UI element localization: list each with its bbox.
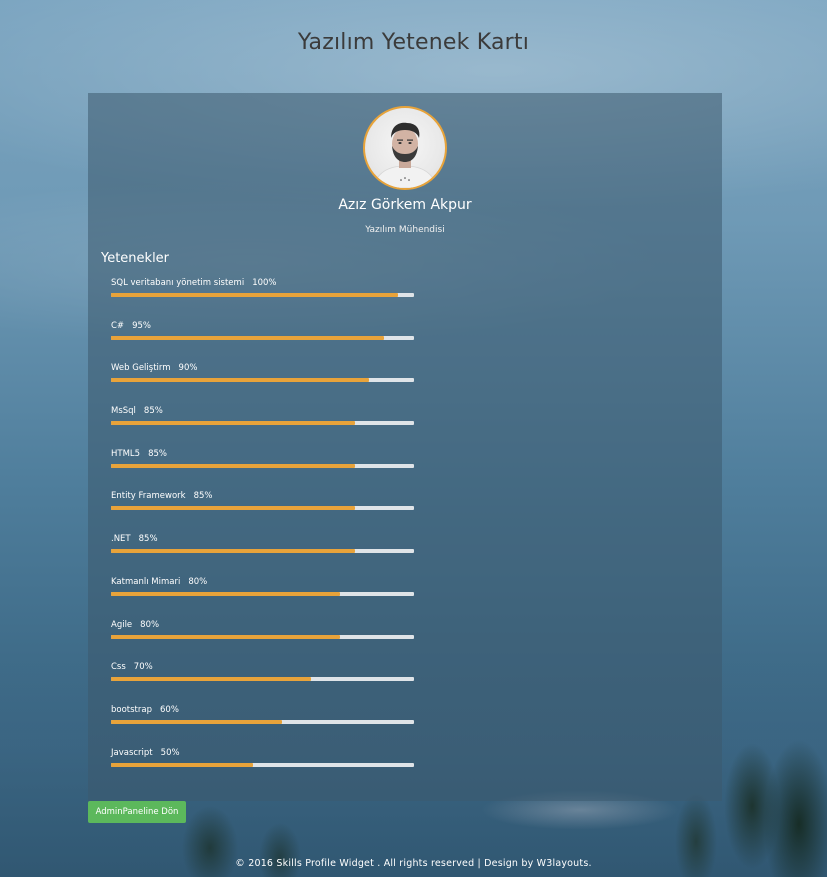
skill-name: Web Geliştirm: [111, 363, 171, 374]
page-title: Yazılım Yetenek Kartı: [297, 30, 530, 55]
skill-item: .NET 85%: [111, 533, 414, 576]
skill-progress-fill: [111, 634, 341, 639]
skill-name: MsSql: [111, 406, 136, 417]
skill-progress-track: [111, 677, 414, 682]
skill-name: Css: [111, 662, 126, 673]
skill-item: Web Geliştirm 90%: [111, 362, 414, 405]
skills-list: SQL veritabanı yönetim sistemi 100% C# 95%…: [111, 277, 414, 789]
skill-progress-fill: [111, 463, 355, 468]
skill-name: HTML5: [111, 448, 141, 459]
skill-item: Javascript 50%: [111, 747, 414, 790]
skill-name: .NET: [111, 534, 131, 545]
skill-item: MsSql 85%: [111, 405, 414, 448]
skill-progress-track: [111, 335, 414, 340]
skill-percent: 85%: [143, 406, 163, 417]
skills-card: Azız Görkem Akpur Yazılım Mühendisi Yete…: [88, 93, 722, 801]
skill-progress-track: [111, 719, 414, 724]
skill-percent: 90%: [178, 363, 198, 374]
skill-percent: 60%: [160, 704, 179, 715]
skill-percent: 80%: [140, 619, 160, 630]
avatar: [363, 106, 447, 190]
skill-progress-fill: [111, 421, 355, 426]
skill-name: C#: [111, 320, 125, 331]
skill-item: Agile 80%: [111, 619, 414, 662]
skill-progress-track: [111, 293, 414, 297]
skill-percent: 85%: [193, 491, 213, 502]
skill-percent: 50%: [160, 747, 180, 758]
skill-progress-track: [111, 762, 414, 767]
footer-copyright: © 2016 Skills Profile Widget . All right…: [235, 858, 592, 869]
skill-item: Entity Framework 85%: [111, 490, 414, 533]
skill-progress-track: [111, 634, 414, 639]
skill-percent: 70%: [133, 662, 153, 673]
skill-percent: 85%: [148, 448, 167, 459]
skill-progress-fill: [111, 719, 283, 724]
profile-role: Yazılım Mühendisi: [365, 225, 445, 235]
skill-percent: 95%: [132, 320, 151, 331]
skill-progress-track: [111, 421, 414, 426]
skill-name: SQL veritabanı yönetim sistemi: [111, 278, 245, 288]
skill-progress-track: [111, 378, 414, 383]
skill-progress-track: [111, 549, 414, 554]
skill-progress-track: [111, 591, 414, 596]
skill-progress-fill: [111, 549, 355, 554]
skill-item: Katmanlı Mimari 80%: [111, 576, 414, 619]
skill-percent: 80%: [188, 576, 208, 587]
skill-item: HTML5 85%: [111, 448, 414, 491]
skill-item: bootstrap 60%: [111, 704, 414, 747]
skill-percent: 85%: [138, 534, 158, 545]
skills-heading: Yetenekler: [101, 251, 170, 266]
skill-item: Css 70%: [111, 661, 414, 704]
skill-name: Entity Framework: [111, 491, 186, 502]
skill-name: Agile: [111, 619, 133, 630]
skill-progress-track: [111, 506, 414, 511]
skill-item: SQL veritabanı yönetim sistemi 100%: [111, 277, 414, 320]
skill-item: C# 95%: [111, 320, 414, 363]
skill-progress-fill: [111, 335, 384, 340]
skill-progress-track: [111, 463, 414, 468]
skill-progress-fill: [111, 378, 370, 383]
profile-name: Azız Görkem Akpur: [338, 197, 472, 213]
skill-name: Katmanlı Mimari: [111, 576, 181, 587]
skill-progress-fill: [111, 762, 254, 767]
skill-name: bootstrap: [111, 704, 152, 715]
skill-progress-fill: [111, 591, 341, 596]
skill-progress-fill: [111, 677, 312, 682]
admin-panel-back-button[interactable]: AdminPaneline Dön: [88, 801, 186, 823]
skill-progress-fill: [111, 293, 399, 297]
user-photo-icon: [372, 122, 438, 188]
skill-percent: 100%: [252, 278, 277, 288]
skill-progress-fill: [111, 506, 355, 511]
skill-name: Javascript: [111, 747, 153, 758]
